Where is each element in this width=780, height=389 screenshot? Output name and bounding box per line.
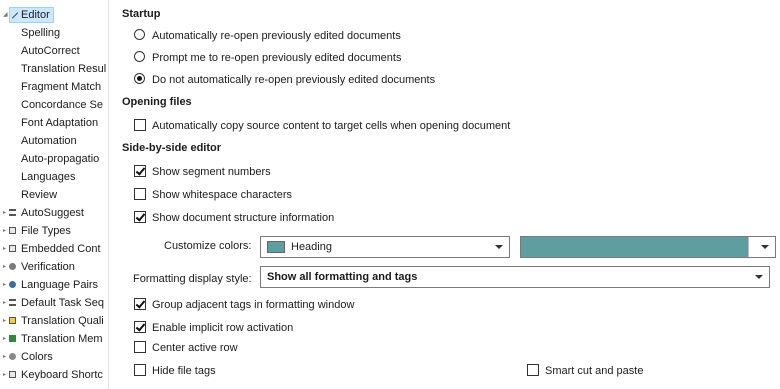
tree-item-label: Language Pairs: [21, 279, 99, 291]
checkbox-checked[interactable]: [134, 165, 146, 177]
chevron-down-icon[interactable]: [495, 245, 503, 249]
radio-label: Prompt me to re-open previously edited d…: [152, 52, 402, 64]
tree-item-label: Translation Resul: [21, 63, 107, 75]
checkbox-label: Show document structure information: [152, 212, 335, 224]
language-pairs-icon: [9, 281, 16, 288]
radio-button-selected[interactable]: [134, 73, 145, 84]
tree-item-concordance[interactable]: Concordance Se: [0, 96, 108, 114]
color-swatch: [267, 241, 285, 253]
tree-item-label: Automation: [21, 135, 77, 147]
startup-heading: Startup: [122, 8, 161, 20]
tree-item-label: Default Task Seq: [21, 297, 104, 309]
tree-item-label: File Types: [21, 225, 71, 237]
customize-colors-label: Customize colors:: [164, 240, 252, 252]
editor-settings-panel: Startup Automatically re-open previously…: [108, 0, 780, 389]
checkbox-label: Show segment numbers: [152, 166, 271, 178]
color-picker-dropdown[interactable]: [520, 236, 776, 258]
tree-item-label: Embedded Cont: [21, 243, 101, 255]
tree-item-languages[interactable]: Languages: [0, 168, 108, 186]
color-value-bar: [521, 237, 748, 257]
tree-item-keyboard-shortcuts[interactable]: ▸ Keyboard Shortc: [0, 366, 108, 384]
checkbox[interactable]: [527, 364, 539, 376]
tree-item-autosuggest[interactable]: ▸ AutoSuggest: [0, 204, 108, 222]
tree-item-file-types[interactable]: ▸ File Types: [0, 222, 108, 240]
color-element-value: Heading: [291, 241, 332, 253]
tree-item-review[interactable]: Review: [0, 186, 108, 204]
translation-quality-icon: [9, 317, 16, 324]
side-by-side-heading: Side-by-side editor: [122, 142, 222, 154]
verification-icon: [9, 263, 16, 270]
radio-button[interactable]: [134, 29, 145, 40]
task-sequence-icon: [9, 299, 16, 306]
tree-item-embedded-content[interactable]: ▸ Embedded Cont: [0, 240, 108, 258]
tree-item-colors[interactable]: ▸ Colors: [0, 348, 108, 366]
checkbox[interactable]: [134, 188, 146, 200]
checkbox[interactable]: [134, 341, 146, 353]
checkbox-label: Center active row: [152, 342, 238, 354]
tree-item-default-task-sequence[interactable]: ▸ Default Task Seq: [0, 294, 108, 312]
tree-item-automation[interactable]: Automation: [0, 132, 108, 150]
chevron-down-icon[interactable]: [761, 245, 769, 249]
checkbox-label: Enable implicit row activation: [152, 322, 294, 334]
tree-item-label: AutoCorrect: [21, 45, 80, 57]
checkbox-label: Hide file tags: [152, 365, 216, 377]
checkbox-label: Smart cut and paste: [545, 365, 644, 377]
formatting-style-value: Show all formatting and tags: [267, 271, 418, 283]
checkbox-label: Automatically copy source content to tar…: [152, 120, 511, 132]
checkbox[interactable]: [134, 364, 146, 376]
tree-item-label: Verification: [21, 261, 75, 273]
opening-files-heading: Opening files: [122, 96, 192, 108]
tree-item-label: Translation Mem: [21, 333, 103, 345]
radio-label: Automatically re-open previously edited …: [152, 30, 401, 42]
chevron-down-icon[interactable]: [755, 275, 763, 279]
formatting-style-dropdown[interactable]: Show all formatting and tags: [260, 266, 770, 288]
color-element-dropdown[interactable]: Heading: [260, 236, 510, 258]
tree-item-auto-propagation[interactable]: Auto-propagatio: [0, 150, 108, 168]
tree-item-label: Keyboard Shortc: [21, 369, 103, 381]
checkbox-checked[interactable]: [134, 211, 146, 223]
tree-item-autocorrect[interactable]: AutoCorrect: [0, 42, 108, 60]
tree-item-verification[interactable]: ▸ Verification: [0, 258, 108, 276]
tree-item-label: Font Adaptation: [21, 117, 99, 129]
tree-item-label: Colors: [21, 351, 53, 363]
radio-label: Do not automatically re-open previously …: [152, 74, 436, 86]
options-tree[interactable]: ◢ Editor Spelling AutoCorrect Translatio…: [0, 0, 109, 389]
checkbox[interactable]: [134, 119, 146, 131]
tree-item-spelling[interactable]: Spelling: [0, 24, 108, 42]
tree-item-editor[interactable]: ◢ Editor: [0, 6, 108, 24]
tree-item-label: Auto-propagatio: [21, 153, 100, 165]
tree-item-translation-memory[interactable]: ▸ Translation Mem: [0, 330, 108, 348]
tree-item-label: Languages: [21, 171, 76, 183]
tree-item-label: Review: [21, 189, 58, 201]
tree-item-font-adaptation[interactable]: Font Adaptation: [0, 114, 108, 132]
radio-button[interactable]: [134, 51, 145, 62]
tree-item-label: Concordance Se: [21, 99, 103, 111]
tree-item-language-pairs[interactable]: ▸ Language Pairs: [0, 276, 108, 294]
tree-item-translation-results[interactable]: Translation Resul: [0, 60, 108, 78]
dropdown-divider: [748, 237, 749, 257]
checkbox-label: Group adjacent tags in formatting window: [152, 299, 355, 311]
formatting-style-label: Formatting display style:: [133, 273, 252, 285]
keyboard-icon: [9, 371, 16, 378]
tree-item-label: AutoSuggest: [21, 207, 84, 219]
colors-icon: [9, 353, 16, 360]
tree-item-label: Fragment Match: [21, 81, 102, 93]
checkbox-checked[interactable]: [134, 321, 146, 333]
file-types-icon: [9, 227, 16, 234]
translation-memory-icon: [9, 335, 16, 342]
tree-item-translation-quality[interactable]: ▸ Translation Quali: [0, 312, 108, 330]
autosuggest-icon: [9, 209, 16, 216]
checkbox-label: Show whitespace characters: [152, 189, 293, 201]
tree-item-label: Spelling: [21, 27, 61, 39]
checkbox-checked[interactable]: [134, 298, 146, 310]
tree-item-fragment-match[interactable]: Fragment Match: [0, 78, 108, 96]
embedded-content-icon: [9, 245, 16, 252]
tree-item-label: Translation Quali: [21, 315, 104, 327]
